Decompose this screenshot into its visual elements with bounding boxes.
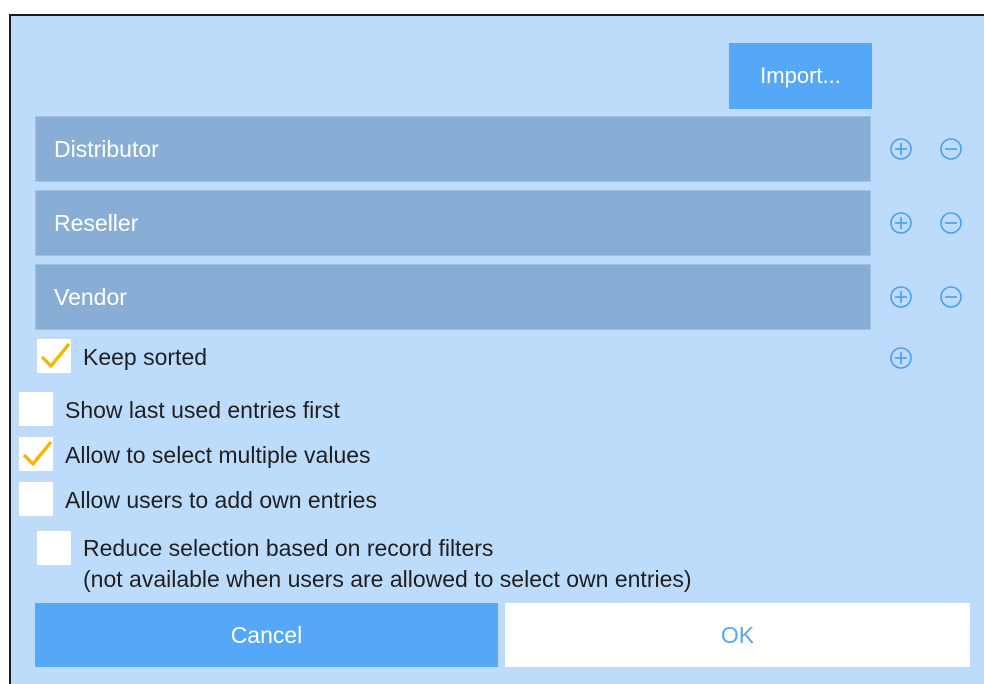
remove-entry-button[interactable]	[936, 134, 966, 164]
entry-row-reseller[interactable]: Reseller	[35, 190, 871, 256]
entry-row-distributor[interactable]: Distributor	[35, 116, 871, 182]
add-entry-button[interactable]	[886, 208, 916, 238]
plus-circle-icon	[890, 286, 912, 308]
plus-circle-icon	[890, 138, 912, 160]
minus-circle-icon	[940, 286, 962, 308]
add-entry-button[interactable]	[886, 343, 916, 373]
list-values-dialog: Import... Distributor Reseller Vendor Ke…	[9, 14, 984, 684]
allow-own-entries-label: Allow users to add own entries	[65, 487, 377, 513]
checkmark-icon	[22, 440, 53, 466]
import-button[interactable]: Import...	[729, 43, 872, 109]
remove-entry-button[interactable]	[936, 282, 966, 312]
plus-circle-icon	[890, 212, 912, 234]
entry-label: Vendor	[54, 283, 127, 310]
allow-multiple-checkbox[interactable]	[18, 436, 54, 472]
plus-circle-icon	[890, 347, 912, 369]
reduce-selection-checkbox[interactable]	[36, 530, 72, 566]
keep-sorted-checkbox[interactable]	[36, 338, 72, 374]
entry-label: Distributor	[54, 135, 159, 162]
add-entry-button[interactable]	[886, 134, 916, 164]
allow-multiple-label: Allow to select multiple values	[65, 442, 371, 468]
show-last-used-checkbox[interactable]	[18, 391, 54, 427]
entry-label: Reseller	[54, 209, 139, 236]
show-last-used-label: Show last used entries first	[65, 397, 340, 423]
minus-circle-icon	[940, 212, 962, 234]
keep-sorted-label: Keep sorted	[83, 344, 208, 370]
entry-row-vendor[interactable]: Vendor	[35, 264, 871, 330]
reduce-selection-note: (not available when users are allowed to…	[83, 566, 692, 592]
allow-own-entries-checkbox[interactable]	[18, 481, 54, 517]
cancel-button[interactable]: Cancel	[35, 603, 498, 667]
checkmark-icon	[40, 342, 71, 368]
reduce-selection-label: Reduce selection based on record filters	[83, 535, 494, 561]
ok-button[interactable]: OK	[505, 603, 970, 667]
minus-circle-icon	[940, 138, 962, 160]
remove-entry-button[interactable]	[936, 208, 966, 238]
add-entry-button[interactable]	[886, 282, 916, 312]
